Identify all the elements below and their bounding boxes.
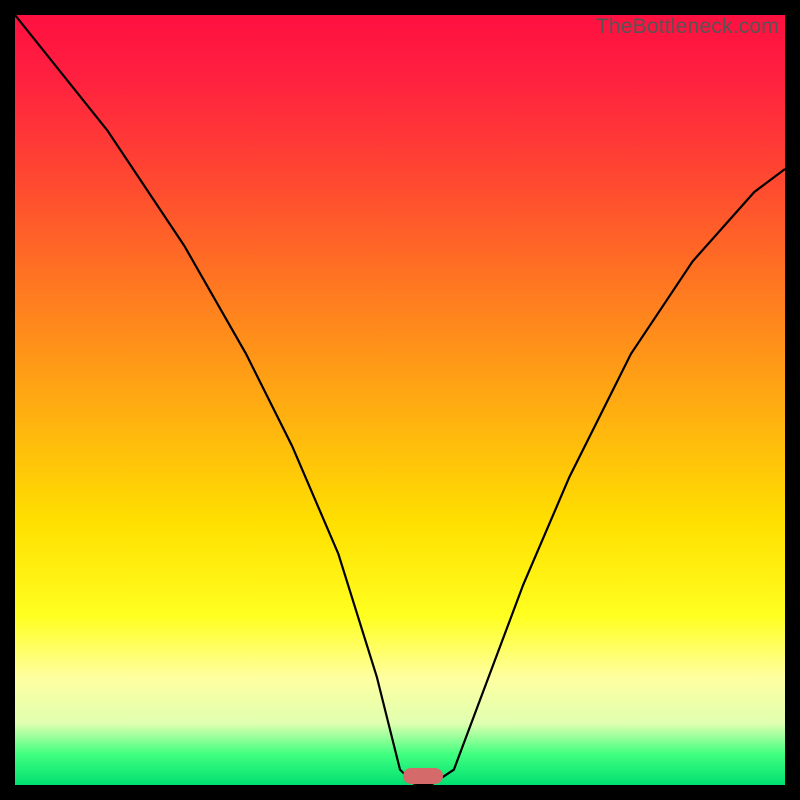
bottleneck-curve: [15, 15, 785, 785]
chart-frame: TheBottleneck.com: [0, 0, 800, 800]
optimal-marker: [403, 768, 443, 784]
plot-area: TheBottleneck.com: [15, 15, 785, 785]
